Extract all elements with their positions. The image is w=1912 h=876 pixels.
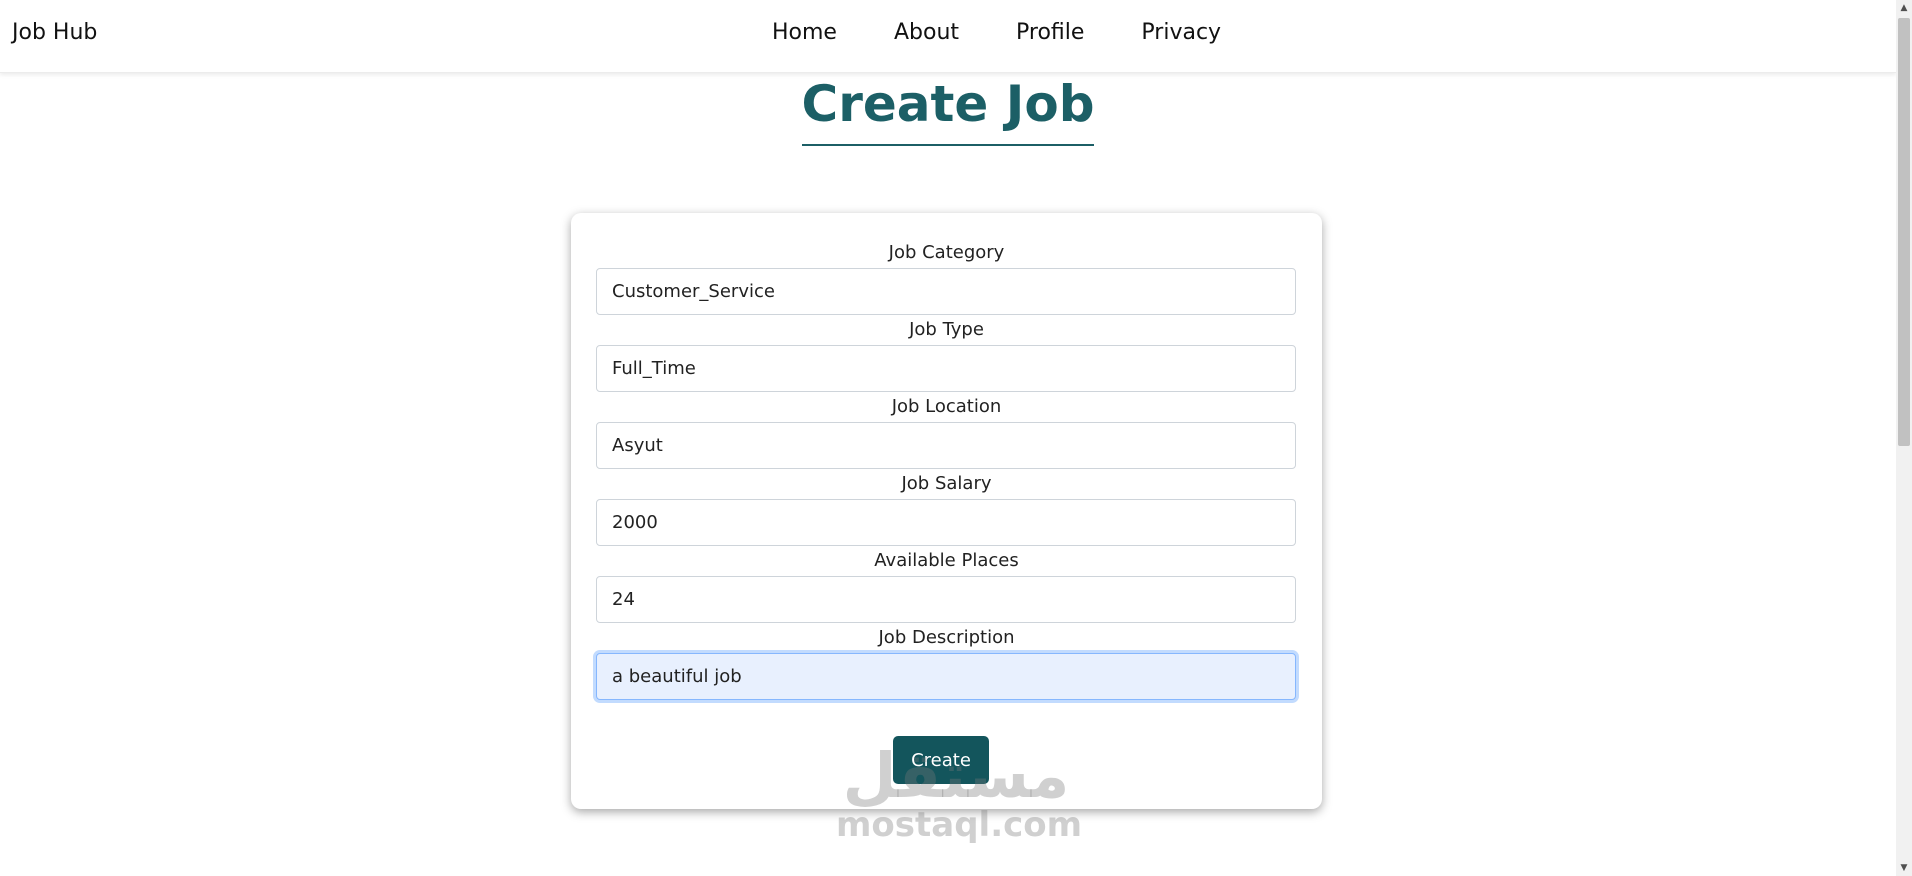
top-navbar: Job Hub Home About Profile Privacy bbox=[0, 0, 1896, 73]
available-places-input[interactable] bbox=[596, 576, 1296, 623]
scroll-down-arrow-icon[interactable]: ▼ bbox=[1896, 860, 1912, 876]
job-category-input[interactable] bbox=[596, 268, 1296, 315]
job-salary-input[interactable] bbox=[596, 499, 1296, 546]
vertical-scrollbar[interactable]: ▲ ▼ bbox=[1896, 0, 1912, 876]
page-title-wrapper: Create Job bbox=[0, 74, 1896, 146]
job-salary-label: Job Salary bbox=[901, 473, 992, 494]
job-location-input[interactable] bbox=[596, 422, 1296, 469]
create-job-form: Job Category Job Type Job Location Job S… bbox=[571, 213, 1322, 809]
nav-links: Home About Profile Privacy bbox=[772, 20, 1221, 45]
scrollbar-thumb[interactable] bbox=[1898, 18, 1910, 446]
page-title: Create Job bbox=[801, 74, 1095, 146]
nav-link-home[interactable]: Home bbox=[772, 20, 837, 45]
nav-link-privacy[interactable]: Privacy bbox=[1141, 20, 1221, 45]
job-type-label: Job Type bbox=[909, 319, 984, 340]
nav-link-about[interactable]: About bbox=[894, 20, 959, 45]
brand-link[interactable]: Job Hub bbox=[12, 20, 97, 45]
job-description-label: Job Description bbox=[878, 627, 1015, 648]
job-description-input[interactable] bbox=[596, 653, 1296, 700]
nav-link-profile[interactable]: Profile bbox=[1016, 20, 1084, 45]
available-places-label: Available Places bbox=[874, 550, 1019, 571]
create-button[interactable]: Create bbox=[893, 736, 989, 784]
job-category-label: Job Category bbox=[888, 242, 1005, 263]
job-type-input[interactable] bbox=[596, 345, 1296, 392]
scroll-up-arrow-icon[interactable]: ▲ bbox=[1896, 0, 1912, 16]
job-location-label: Job Location bbox=[891, 396, 1002, 417]
watermark-latin-text: mostaql.com bbox=[836, 805, 1083, 845]
